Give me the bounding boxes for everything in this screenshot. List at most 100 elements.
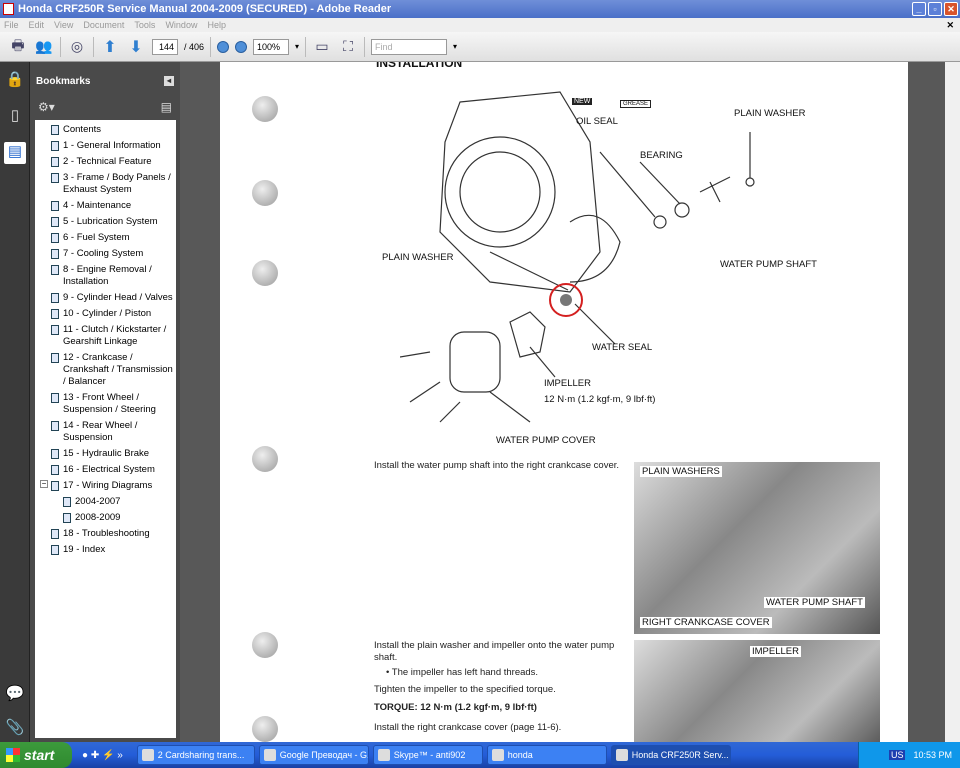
bookmark-item[interactable]: 1 - General Information (35, 138, 176, 154)
bookmark-item[interactable]: 4 - Maintenance (35, 198, 176, 214)
menu-document[interactable]: Document (83, 18, 124, 32)
print-icon[interactable]: 🖶 (8, 37, 28, 57)
options-gear-icon[interactable]: ⚙▾ (38, 100, 55, 114)
bookmark-label: 7 - Cooling System (63, 248, 144, 259)
zoom-dropdown-icon[interactable]: ▾ (295, 42, 299, 51)
collaborate-icon[interactable]: 👥 (34, 37, 54, 57)
label-oil-seal: OIL SEAL (576, 116, 618, 127)
menu-file[interactable]: File (4, 18, 19, 32)
zoom-input[interactable]: 100% (253, 38, 290, 55)
menu-edit[interactable]: Edit (29, 18, 45, 32)
bookmark-item[interactable]: 16 - Electrical System (35, 462, 176, 478)
menu-tools[interactable]: Tools (134, 18, 155, 32)
binder-hole (252, 446, 278, 472)
find-input[interactable]: Find (371, 38, 448, 55)
attachments-icon[interactable]: 📎 (4, 718, 26, 740)
start-button[interactable]: start (0, 742, 72, 768)
taskbar-button-google-translate[interactable]: Google Преводач - G... (258, 745, 369, 765)
bookmark-item[interactable]: 10 - Cylinder / Piston (35, 306, 176, 322)
document-close-icon[interactable]: ✕ (946, 18, 954, 32)
minimize-button[interactable]: _ (912, 2, 926, 16)
fit-width-icon[interactable]: ▭ (312, 37, 332, 57)
bookmark-label: 14 - Rear Wheel / Suspension (63, 420, 138, 443)
vertical-scrollbar[interactable] (945, 62, 960, 742)
bookmark-icon (51, 421, 59, 431)
note-left-hand-threads: • The impeller has left hand threads. (386, 667, 539, 678)
bookmarks-icon[interactable]: ▤ (4, 142, 26, 164)
label-water-pump-cover: WATER PUMP COVER (496, 435, 596, 446)
window-title: Honda CRF250R Service Manual 2004-2009 (… (18, 3, 392, 15)
bookmark-item[interactable]: − 17 - Wiring Diagrams (35, 478, 176, 494)
bookmark-label: 6 - Fuel System (63, 232, 130, 243)
new-badge: NEW (572, 98, 593, 105)
bookmark-label: 2008-2009 (75, 512, 121, 523)
taskbar-button-honda-folder[interactable]: honda (486, 745, 607, 765)
bookmark-item[interactable]: Contents (35, 122, 176, 138)
bookmark-label: 19 - Index (63, 544, 106, 555)
sync-icon[interactable]: ◎ (67, 37, 87, 57)
bookmark-icon (51, 353, 59, 363)
bookmark-icon (51, 449, 59, 459)
windows-logo-icon (6, 748, 20, 762)
bookmark-label: 18 - Troubleshooting (63, 528, 150, 539)
label-photo-water-pump-shaft: WATER PUMP SHAFT (764, 597, 865, 608)
navigation-pane-strip: 🔒 ▯ ▤ 💬 📎 (0, 62, 30, 742)
bookmark-item[interactable]: 15 - Hydraulic Brake (35, 446, 176, 462)
menu-view[interactable]: View (54, 18, 73, 32)
restore-button[interactable]: ▫ (928, 2, 942, 16)
bookmark-item[interactable]: 13 - Front Wheel / Suspension / Steering (35, 390, 176, 418)
taskbar-button-skype[interactable]: Skype™ - anti902 (372, 745, 483, 765)
taskbar: start ● ✚ ⚡ » 2 Cardsharing trans... Goo… (0, 742, 960, 768)
lock-icon[interactable]: 🔒 (4, 70, 26, 92)
menu-bar: File Edit View Document Tools Window Hel… (0, 18, 960, 32)
pdf-page: INSTALLATION OIL SEAL PLAIN WASHER BEARI… (220, 62, 908, 742)
bookmark-item[interactable]: 5 - Lubrication System (35, 214, 176, 230)
bookmark-label: 17 - Wiring Diagrams (63, 480, 153, 491)
bookmark-item[interactable]: 18 - Troubleshooting (35, 526, 176, 542)
expand-bookmark-icon[interactable]: ▤ (161, 100, 172, 114)
menu-help[interactable]: Help (207, 18, 226, 32)
previous-page-icon[interactable]: ⬆ (100, 37, 120, 57)
fit-page-icon[interactable]: ⛶ (338, 37, 358, 57)
page-number-input[interactable]: 144 (152, 38, 178, 55)
bookmark-item[interactable]: 3 - Frame / Body Panels / Exhaust System (35, 170, 176, 198)
step-install-cover: Install the right crankcase cover (page … (374, 722, 562, 733)
bookmark-item[interactable]: 6 - Fuel System (35, 230, 176, 246)
bookmark-item[interactable]: 2004-2007 (35, 494, 176, 510)
quick-launch-icons[interactable]: ● ✚ ⚡ » (82, 750, 123, 761)
bookmark-icon (51, 265, 59, 275)
adobe-pdf-icon (3, 3, 14, 15)
bookmark-label: 16 - Electrical System (63, 464, 155, 475)
taskbar-button-cardsharing[interactable]: 2 Cardsharing trans... (136, 745, 255, 765)
clock: 10:53 PM (913, 750, 952, 760)
next-page-icon[interactable]: ⬇ (126, 37, 146, 57)
bookmark-item[interactable]: 2008-2009 (35, 510, 176, 526)
bookmark-item[interactable]: 8 - Engine Removal / Installation (35, 262, 176, 290)
bookmark-label: Contents (63, 124, 102, 135)
bookmark-item[interactable]: 14 - Rear Wheel / Suspension (35, 418, 176, 446)
menu-window[interactable]: Window (165, 18, 197, 32)
bookmark-item[interactable]: 2 - Technical Feature (35, 154, 176, 170)
taskbar-button-adobe-reader[interactable]: Honda CRF250R Serv... (610, 745, 731, 765)
pages-icon[interactable]: ▯ (4, 106, 26, 128)
bookmark-label: 12 - Crankcase / Crankshaft / Transmissi… (63, 352, 173, 387)
bookmark-icon (51, 125, 59, 135)
bookmark-item[interactable]: 19 - Index (35, 542, 176, 558)
close-button[interactable]: ✕ (944, 2, 958, 16)
language-indicator[interactable]: US (888, 750, 906, 760)
title-bar: Honda CRF250R Service Manual 2004-2009 (… (0, 0, 960, 18)
step-install-impeller: Install the plain washer and impeller on… (374, 640, 615, 663)
zoom-out-icon[interactable] (217, 40, 230, 53)
note-text: The impeller has left hand threads. (391, 667, 539, 678)
comments-icon[interactable]: 💬 (4, 684, 26, 706)
collapse-toggle-icon[interactable]: − (40, 480, 48, 488)
label-right-crankcase-cover: RIGHT CRANKCASE COVER (640, 617, 772, 628)
bookmark-item[interactable]: 7 - Cooling System (35, 246, 176, 262)
bookmark-item[interactable]: 12 - Crankcase / Crankshaft / Transmissi… (35, 350, 176, 390)
torque-spec: TORQUE: 12 N·m (1.2 kgf·m, 9 lbf·ft) (374, 702, 537, 713)
collapse-panel-icon[interactable]: ◂ (164, 76, 174, 86)
find-dropdown-icon[interactable]: ▾ (453, 42, 457, 51)
bookmark-item[interactable]: 9 - Cylinder Head / Valves (35, 290, 176, 306)
zoom-in-icon[interactable] (235, 40, 248, 53)
bookmark-item[interactable]: 11 - Clutch / Kickstarter / Gearshift Li… (35, 322, 176, 350)
